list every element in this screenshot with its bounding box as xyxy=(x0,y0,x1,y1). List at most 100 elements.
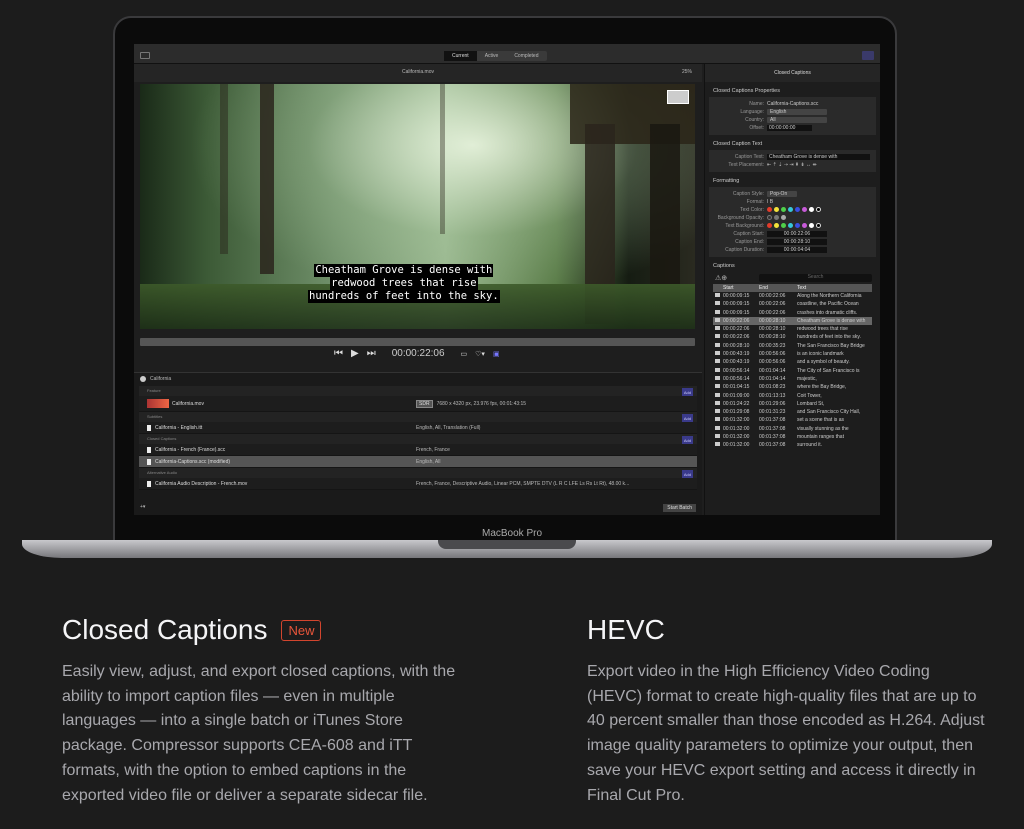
label: Text Background: xyxy=(725,223,764,229)
placement-buttons[interactable]: ⇤ ⇡ ⇣ ⇢ ⇥ ⇞ ⇟ ↔ ⇹ xyxy=(767,162,817,168)
caption-row[interactable]: 00:00:56:14 00:01:04:14 The City of San Fr… xyxy=(713,367,872,375)
color-swatch[interactable] xyxy=(788,223,793,229)
tab-active[interactable]: Active xyxy=(477,51,507,61)
caption-row[interactable]: 00:00:22:06 00:00:28:10 hundreds of feet i… xyxy=(713,333,872,341)
timeline-scrubber[interactable] xyxy=(140,338,695,346)
caption-search-input[interactable]: Search xyxy=(759,274,872,282)
color-swatch[interactable] xyxy=(802,223,807,229)
caption-row[interactable]: 00:00:56:14 00:01:04:14 majestic, xyxy=(713,375,872,383)
caption-start: 00:01:04:15 xyxy=(723,384,750,391)
caption-cell xyxy=(713,416,723,424)
caption-row[interactable]: 00:01:24:22 00:01:29:06 Lombard St, xyxy=(713,400,872,408)
color-swatch[interactable] xyxy=(809,207,814,213)
label: Caption Start: xyxy=(733,231,764,237)
column-header[interactable]: Text xyxy=(797,284,872,292)
batch-item[interactable]: California Audio Description - French.mo… xyxy=(139,478,697,490)
column-header[interactable]: End xyxy=(759,284,797,292)
sdr-badge: SDR xyxy=(416,400,433,408)
caption-row[interactable]: 00:01:04:15 00:01:08:23 where the Bay Brid… xyxy=(713,383,872,391)
caption-row[interactable]: 00:01:29:08 00:01:31:23 and San Francisco … xyxy=(713,408,872,416)
start-batch-button[interactable]: Start Batch xyxy=(663,504,696,512)
caption-start: 00:01:32:00 xyxy=(723,434,750,441)
caption-text-field[interactable]: Cheatham Grove is dense with xyxy=(767,154,870,160)
split-view-icon[interactable]: ▭ xyxy=(461,350,468,358)
caption-text: coastline, the Pacific Ocean xyxy=(797,301,859,308)
caption-row[interactable]: 00:01:32:00 00:01:37:08 mountain ranges th… xyxy=(713,433,872,441)
caption-text: surround it. xyxy=(797,442,823,449)
sidebar-toggle-button[interactable] xyxy=(140,52,150,59)
section-header: Feature Add xyxy=(139,386,697,398)
caption-row[interactable]: 00:01:09:00 00:01:13:13 Coit Tower, xyxy=(713,392,872,400)
color-swatch[interactable] xyxy=(781,207,786,213)
color-swatch[interactable] xyxy=(767,207,772,213)
tab-current[interactable]: Current xyxy=(444,51,477,61)
item-info: SDR 7680 x 4320 px, 23.976 fps, 00:01:43:… xyxy=(416,396,526,412)
section-title: Closed Captions Properties xyxy=(713,88,780,94)
bg-opacity-swatches[interactable] xyxy=(767,215,788,221)
caption-duration-field[interactable]: 00:00:04:04 xyxy=(767,247,827,253)
batch-item[interactable]: California - French (France).scc French, … xyxy=(139,444,697,456)
caption-row[interactable]: 00:00:43:19 00:00:56:06 is an iconic landm… xyxy=(713,350,872,358)
caption-row[interactable]: 00:00:22:06 00:00:28:10 redwood trees that… xyxy=(713,325,872,333)
batch-title: California xyxy=(134,373,702,386)
color-swatch[interactable] xyxy=(816,207,821,213)
caption-text: Coit Tower, xyxy=(797,392,822,399)
next-icon[interactable]: ⏭ xyxy=(367,348,376,359)
captions-table: Start End Text 00:00:09:15 00:00:22:06 Along… xyxy=(713,284,872,450)
caption-cell xyxy=(713,400,723,408)
caption-row[interactable]: 00:01:32:00 00:01:37:08 surround it. xyxy=(713,441,872,449)
caption-row[interactable]: 00:00:09:15 00:00:22:06 coastline, the Pac… xyxy=(713,300,872,308)
caption-text: The San Francisco Bay Bridge xyxy=(797,342,865,349)
batch-footer: +▾ Start Batch xyxy=(140,504,696,513)
caption-end-field[interactable]: 00:00:28:10 xyxy=(767,239,827,245)
caption-style-select[interactable]: Pop-On xyxy=(767,191,797,197)
caption-end: 00:01:31:23 xyxy=(759,409,786,416)
caption-row[interactable]: 00:00:22:06 00:00:28:10 Cheatham Grove is … xyxy=(713,316,872,326)
inspector-toggle-button[interactable] xyxy=(862,51,874,60)
warning-icon[interactable]: ⚠⊕ xyxy=(715,274,727,282)
tab-completed[interactable]: Completed xyxy=(506,51,546,61)
caption-row[interactable]: 00:01:32:00 00:01:37:08 set a scene that i… xyxy=(713,416,872,424)
caption-icon[interactable]: ♡▾ xyxy=(475,350,485,358)
caption-cell xyxy=(713,292,723,300)
color-swatch[interactable] xyxy=(802,207,807,213)
caption-row[interactable]: 00:00:09:15 00:00:22:06 Along the Northern… xyxy=(713,292,872,300)
batch-item[interactable]: California - English.itt English, All, Tr… xyxy=(139,422,697,434)
inspector-title: Closed Captions xyxy=(705,64,880,82)
color-swatch[interactable] xyxy=(816,223,821,229)
color-swatch[interactable] xyxy=(788,207,793,213)
caption-text: Lombard St, xyxy=(797,400,825,407)
color-swatch[interactable] xyxy=(774,207,779,213)
caption-icon xyxy=(715,293,720,297)
caption-start-field[interactable]: 00:00:22:06 xyxy=(767,231,827,237)
format-buttons[interactable]: I B xyxy=(767,199,773,205)
play-icon[interactable]: ▶ xyxy=(351,348,359,359)
add-icon[interactable]: +▾ xyxy=(140,504,145,510)
color-swatch[interactable] xyxy=(767,223,772,229)
zoom-popup[interactable]: 25% xyxy=(682,64,692,81)
caption-start: 00:00:22:06 xyxy=(723,334,750,341)
batch-item[interactable]: California.mov SDR 7680 x 4320 px, 23.976 … xyxy=(139,396,697,412)
caption-start: 00:00:09:15 xyxy=(723,301,750,308)
language-select[interactable]: English xyxy=(767,109,827,115)
color-swatch[interactable] xyxy=(795,223,800,229)
color-swatch[interactable] xyxy=(795,207,800,213)
text-background-swatches[interactable] xyxy=(767,223,823,229)
caption-cell xyxy=(713,333,723,341)
caption-row[interactable]: 00:00:09:15 00:00:22:06 crashes into drama… xyxy=(713,309,872,317)
color-swatch[interactable] xyxy=(781,223,786,229)
caption-cell xyxy=(713,300,723,308)
batch-item[interactable]: California-Captions.scc (modified) Englis… xyxy=(139,456,697,468)
caption-row[interactable]: 00:00:28:10 00:00:35:23 The San Francisco … xyxy=(713,342,872,350)
color-swatch[interactable] xyxy=(774,223,779,229)
color-swatch[interactable] xyxy=(809,223,814,229)
overlay-icon[interactable]: ▣ xyxy=(493,350,500,358)
text-color-swatches[interactable] xyxy=(767,207,823,213)
caption-row[interactable]: 00:00:43:19 00:00:56:06 and a symbol of be… xyxy=(713,358,872,366)
column-header[interactable]: Start xyxy=(723,284,759,292)
caption-row[interactable]: 00:01:32:00 00:01:37:08 visually stunning … xyxy=(713,425,872,433)
offset-field[interactable]: 00:00:00:00 xyxy=(767,125,812,131)
preview-overlay-icon[interactable] xyxy=(667,90,689,104)
country-select[interactable]: All xyxy=(767,117,827,123)
previous-icon[interactable]: ⏮ xyxy=(334,348,343,359)
